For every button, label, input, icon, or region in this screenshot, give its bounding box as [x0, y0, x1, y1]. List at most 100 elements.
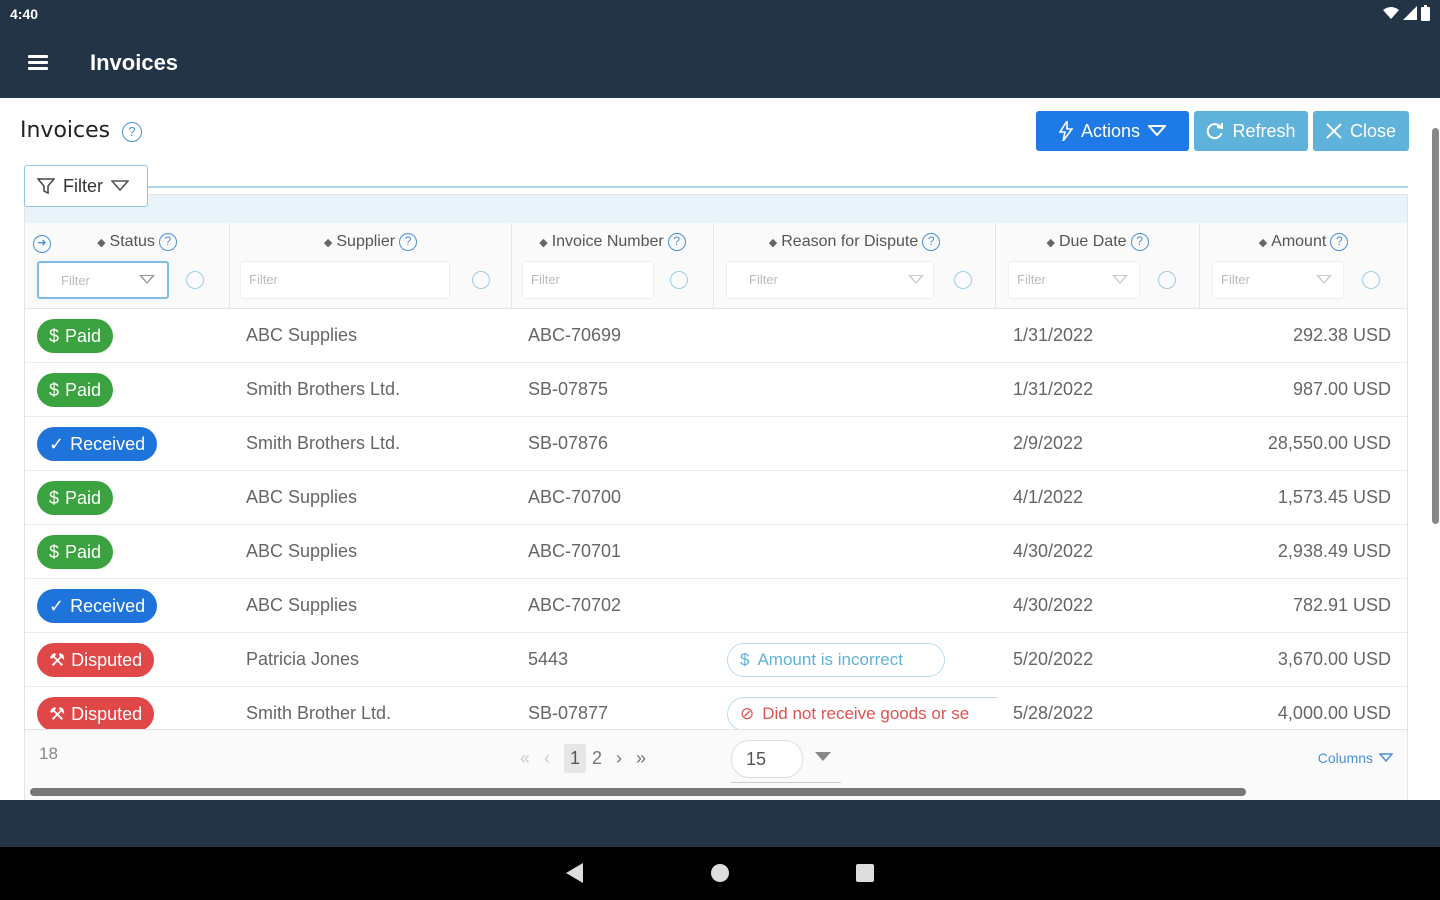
filter-toggle-icon[interactable]	[954, 271, 972, 289]
supplier-cell: ABC Supplies	[246, 325, 358, 345]
help-icon[interactable]: ?	[922, 233, 941, 251]
status-text: Paid	[65, 325, 102, 346]
invoice-number-cell: SB-07876	[528, 433, 609, 453]
status-text: Disputed	[71, 649, 143, 670]
invoice-number-cell: ABC-70702	[528, 595, 622, 615]
amount-cell: 292.38 USD	[1292, 325, 1391, 345]
sort-supplier[interactable]: ◆ Supplier?	[230, 233, 511, 251]
wifi-icon	[1383, 7, 1399, 19]
page-size-select[interactable]: 15	[731, 740, 803, 778]
column-label-amount: Amount	[1271, 233, 1327, 251]
prohibited-icon: ⊘	[740, 704, 755, 723]
vertical-scrollbar[interactable]	[1432, 128, 1439, 524]
recent-apps-icon[interactable]	[856, 864, 874, 882]
amount-cell: 987.00 USD	[1292, 379, 1391, 399]
gavel-icon: ⚒	[49, 649, 66, 670]
actions-button[interactable]: Actions	[1036, 111, 1189, 151]
back-icon[interactable]	[566, 863, 583, 883]
filter-button[interactable]: Filter	[24, 165, 148, 207]
last-page-icon[interactable]: »	[636, 748, 646, 769]
sort-invoice-number[interactable]: ◆ Invoice Number?	[512, 233, 713, 251]
supplier-cell: ABC Supplies	[246, 487, 358, 507]
status-text: Received	[70, 595, 146, 616]
close-icon	[1326, 123, 1342, 139]
invoice-number-cell: ABC-70701	[528, 541, 622, 561]
horizontal-scrollbar[interactable]	[30, 788, 1246, 796]
column-header-reason: ◆ Reason for Dispute? Filter	[714, 223, 996, 309]
first-page-icon[interactable]: «	[520, 748, 530, 769]
invoice-number-filter-input[interactable]: Filter	[522, 261, 654, 299]
invoice-number-cell: SB-07875	[528, 379, 609, 399]
actions-label: Actions	[1080, 120, 1141, 141]
amount-cell: 1,573.45 USD	[1277, 487, 1391, 507]
column-label-status: Status	[109, 233, 155, 251]
battery-icon	[1421, 5, 1430, 21]
supplier-cell: Smith Brothers Ltd.	[246, 379, 401, 399]
help-icon[interactable]: ?	[158, 233, 177, 251]
signal-icon	[1403, 6, 1417, 20]
sort-status[interactable]: ◆ Status?	[25, 233, 229, 251]
checkmark-icon: ✓	[49, 433, 65, 454]
page-number[interactable]: 2	[592, 748, 602, 769]
table-row[interactable]: $ Paid ABC Supplies ABC-70700 4/1/2022 1,…	[25, 471, 1407, 525]
dollar-icon: $	[49, 325, 60, 346]
due-date-cell: 5/20/2022	[1013, 649, 1094, 669]
table-row[interactable]: ⚒ Disputed Patricia Jones 5443 $ Amount is…	[25, 633, 1407, 687]
due-date-cell: 4/30/2022	[1013, 595, 1094, 615]
table-row[interactable]: $ Paid ABC Supplies ABC-70699 1/31/2022 2…	[25, 309, 1407, 363]
help-icon[interactable]: ?	[122, 122, 142, 142]
bottom-app-bar	[0, 800, 1440, 847]
prev-page-icon[interactable]: ‹	[544, 748, 550, 769]
status-badge: $ Paid	[37, 319, 114, 353]
main-content: Invoices ? Actions Refresh Close Filter …	[0, 98, 1440, 803]
system-nav-bar	[0, 847, 1440, 900]
filter-toggle-icon[interactable]	[670, 271, 688, 289]
amount-cell: 3,670.00 USD	[1277, 649, 1391, 669]
page-number[interactable]: 1	[564, 744, 587, 773]
dispute-reason-chip: ⊘ Did not receive goods or se	[727, 697, 997, 729]
help-icon[interactable]: ?	[1130, 233, 1149, 251]
table-row[interactable]: $ Paid Smith Brothers Ltd. SB-07875 1/31/…	[25, 363, 1407, 417]
column-header-amount: ◆ Amount? Filter	[1200, 223, 1407, 309]
page-title: Invoices	[20, 118, 111, 143]
column-label-supplier: Supplier	[336, 233, 396, 251]
filter-toggle-icon[interactable]	[472, 271, 490, 289]
menu-icon[interactable]	[28, 52, 54, 76]
dispute-reason-text: Did not receive goods or se	[762, 704, 970, 723]
help-icon[interactable]: ?	[399, 233, 418, 251]
sort-due-date[interactable]: ◆ Due Date?	[996, 233, 1199, 251]
table-row[interactable]: ⚒ Disputed Smith Brother Ltd. SB-07877 ⊘ D…	[25, 687, 1407, 729]
home-icon[interactable]	[711, 864, 729, 882]
table-row[interactable]: ✓ Received ABC Supplies ABC-70702 4/30/20…	[25, 579, 1407, 633]
status-badge: ✓ Received	[37, 427, 158, 461]
help-icon[interactable]: ?	[1330, 233, 1349, 251]
app-bar: Invoices	[0, 30, 1440, 98]
table-row[interactable]: ✓ Received Smith Brothers Ltd. SB-07876 2…	[25, 417, 1407, 471]
status-badge: $ Paid	[37, 373, 114, 407]
chevron-down-icon	[1112, 275, 1128, 284]
filter-toggle-icon[interactable]	[1362, 271, 1380, 289]
refresh-icon	[1207, 123, 1224, 140]
status-time: 4:40	[10, 6, 39, 22]
supplier-filter-input[interactable]: Filter	[240, 261, 450, 299]
status-badge: ⚒ Disputed	[37, 643, 155, 677]
refresh-button[interactable]: Refresh	[1194, 111, 1308, 151]
help-icon[interactable]: ?	[667, 233, 686, 251]
next-page-icon[interactable]: ›	[616, 748, 622, 769]
funnel-icon	[37, 178, 55, 195]
columns-button[interactable]: Columns	[1318, 750, 1393, 766]
column-label-reason: Reason for Dispute	[781, 233, 919, 251]
sort-amount[interactable]: ◆ Amount?	[1200, 233, 1407, 251]
dollar-icon: $	[49, 487, 60, 508]
table-row[interactable]: $ Paid ABC Supplies ABC-70701 4/30/2022 2…	[25, 525, 1407, 579]
supplier-cell: Smith Brothers Ltd.	[246, 433, 401, 453]
filter-toggle-icon[interactable]	[186, 271, 204, 289]
invoice-number-cell: 5443	[528, 649, 569, 669]
status-icons	[1383, 5, 1430, 21]
chevron-down-icon	[1379, 753, 1393, 763]
reason-filter-select[interactable]: Filter	[726, 261, 934, 299]
filter-toggle-icon[interactable]	[1158, 271, 1176, 289]
sort-reason[interactable]: ◆ Reason for Dispute?	[714, 233, 995, 251]
close-button[interactable]: Close	[1313, 111, 1409, 151]
chevron-down-icon[interactable]	[815, 752, 831, 761]
